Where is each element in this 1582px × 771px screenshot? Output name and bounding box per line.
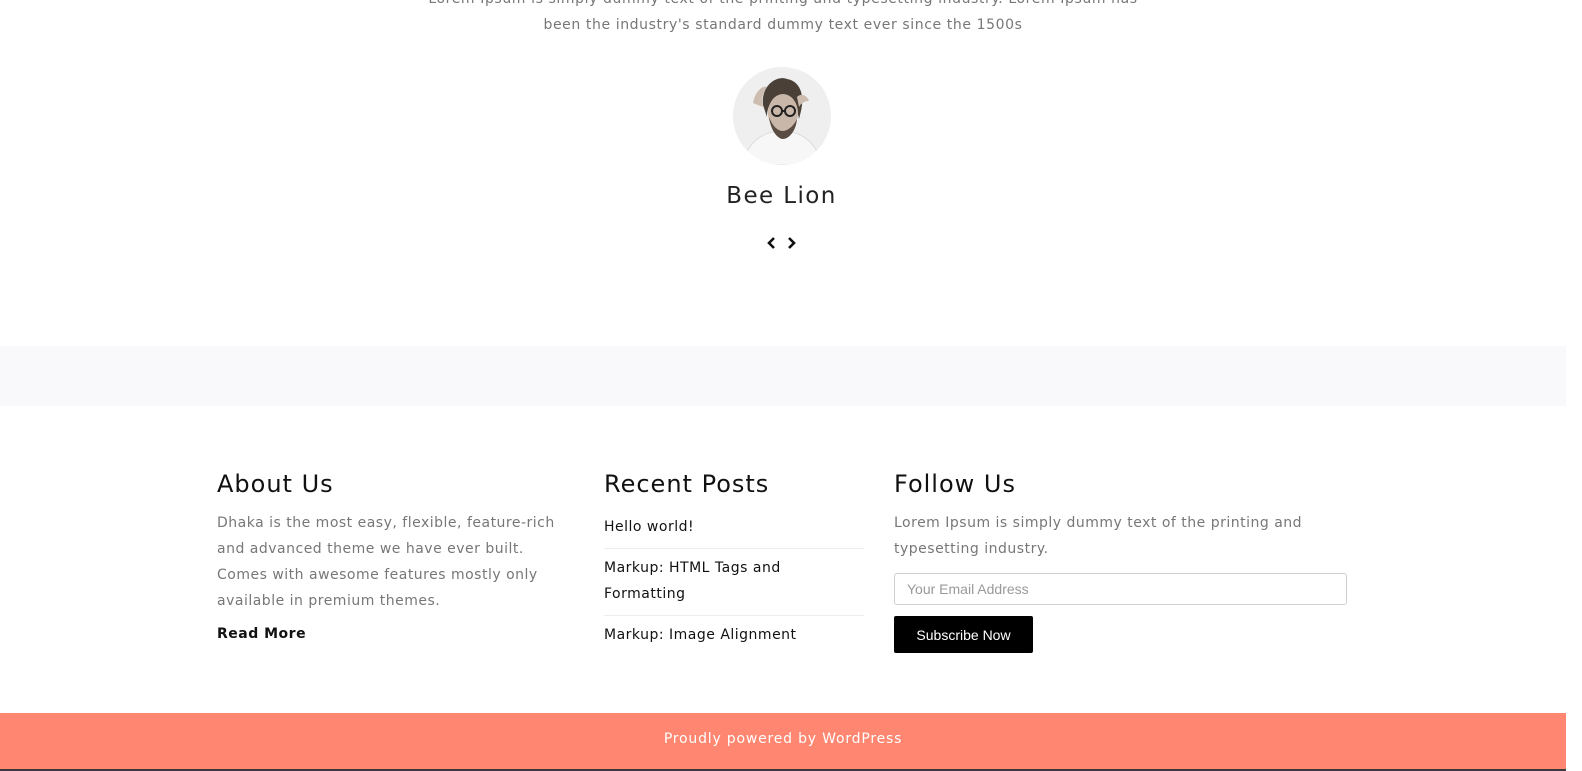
page-scrollbar[interactable] bbox=[1566, 0, 1582, 771]
follow-us-text: Lorem Ipsum is simply dummy text of the … bbox=[894, 515, 1303, 557]
testimonial-text-line1: Lorem Ipsum is simply dummy text of the … bbox=[0, 0, 1566, 12]
section-divider-band bbox=[0, 346, 1566, 406]
recent-posts-title: Recent Posts bbox=[604, 470, 770, 498]
list-item: Hello world! bbox=[604, 510, 864, 549]
testimonial-text: Lorem Ipsum is simply dummy text of the … bbox=[0, 0, 1566, 38]
recent-post-link[interactable]: Hello world! bbox=[604, 519, 694, 535]
testimonial-text-line2: been the industry's standard dummy text … bbox=[543, 17, 1023, 33]
carousel-next-button[interactable] bbox=[784, 235, 800, 251]
footer-credit: Proudly powered by WordPress bbox=[0, 731, 1566, 747]
chevron-right-icon bbox=[788, 237, 796, 249]
recent-posts-list: Hello world! Markup: HTML Tags and Forma… bbox=[604, 510, 864, 656]
avatar bbox=[733, 67, 831, 165]
testimonial-author-name: Bee Lion bbox=[726, 183, 837, 209]
email-field[interactable] bbox=[894, 573, 1347, 605]
avatar-photo bbox=[733, 67, 831, 165]
about-us-text: Dhaka is the most easy, flexible, featur… bbox=[217, 515, 555, 609]
wordpress-link[interactable]: WordPress bbox=[822, 731, 902, 747]
recent-post-link[interactable]: Markup: Image Alignment bbox=[604, 627, 797, 643]
about-us-title: About Us bbox=[217, 470, 334, 498]
list-item: Markup: Image Alignment bbox=[604, 616, 864, 656]
footer-credit-prefix: Proudly powered by bbox=[663, 731, 823, 747]
recent-post-link[interactable]: Markup: HTML Tags and Formatting bbox=[604, 560, 781, 602]
chevron-left-icon bbox=[767, 237, 775, 249]
subscribe-button[interactable]: Subscribe Now bbox=[894, 616, 1033, 653]
read-more-link[interactable]: Read More bbox=[217, 626, 306, 642]
list-item: Markup: HTML Tags and Formatting bbox=[604, 549, 864, 616]
carousel-prev-button[interactable] bbox=[763, 235, 779, 251]
follow-us-title: Follow Us bbox=[894, 470, 1016, 498]
